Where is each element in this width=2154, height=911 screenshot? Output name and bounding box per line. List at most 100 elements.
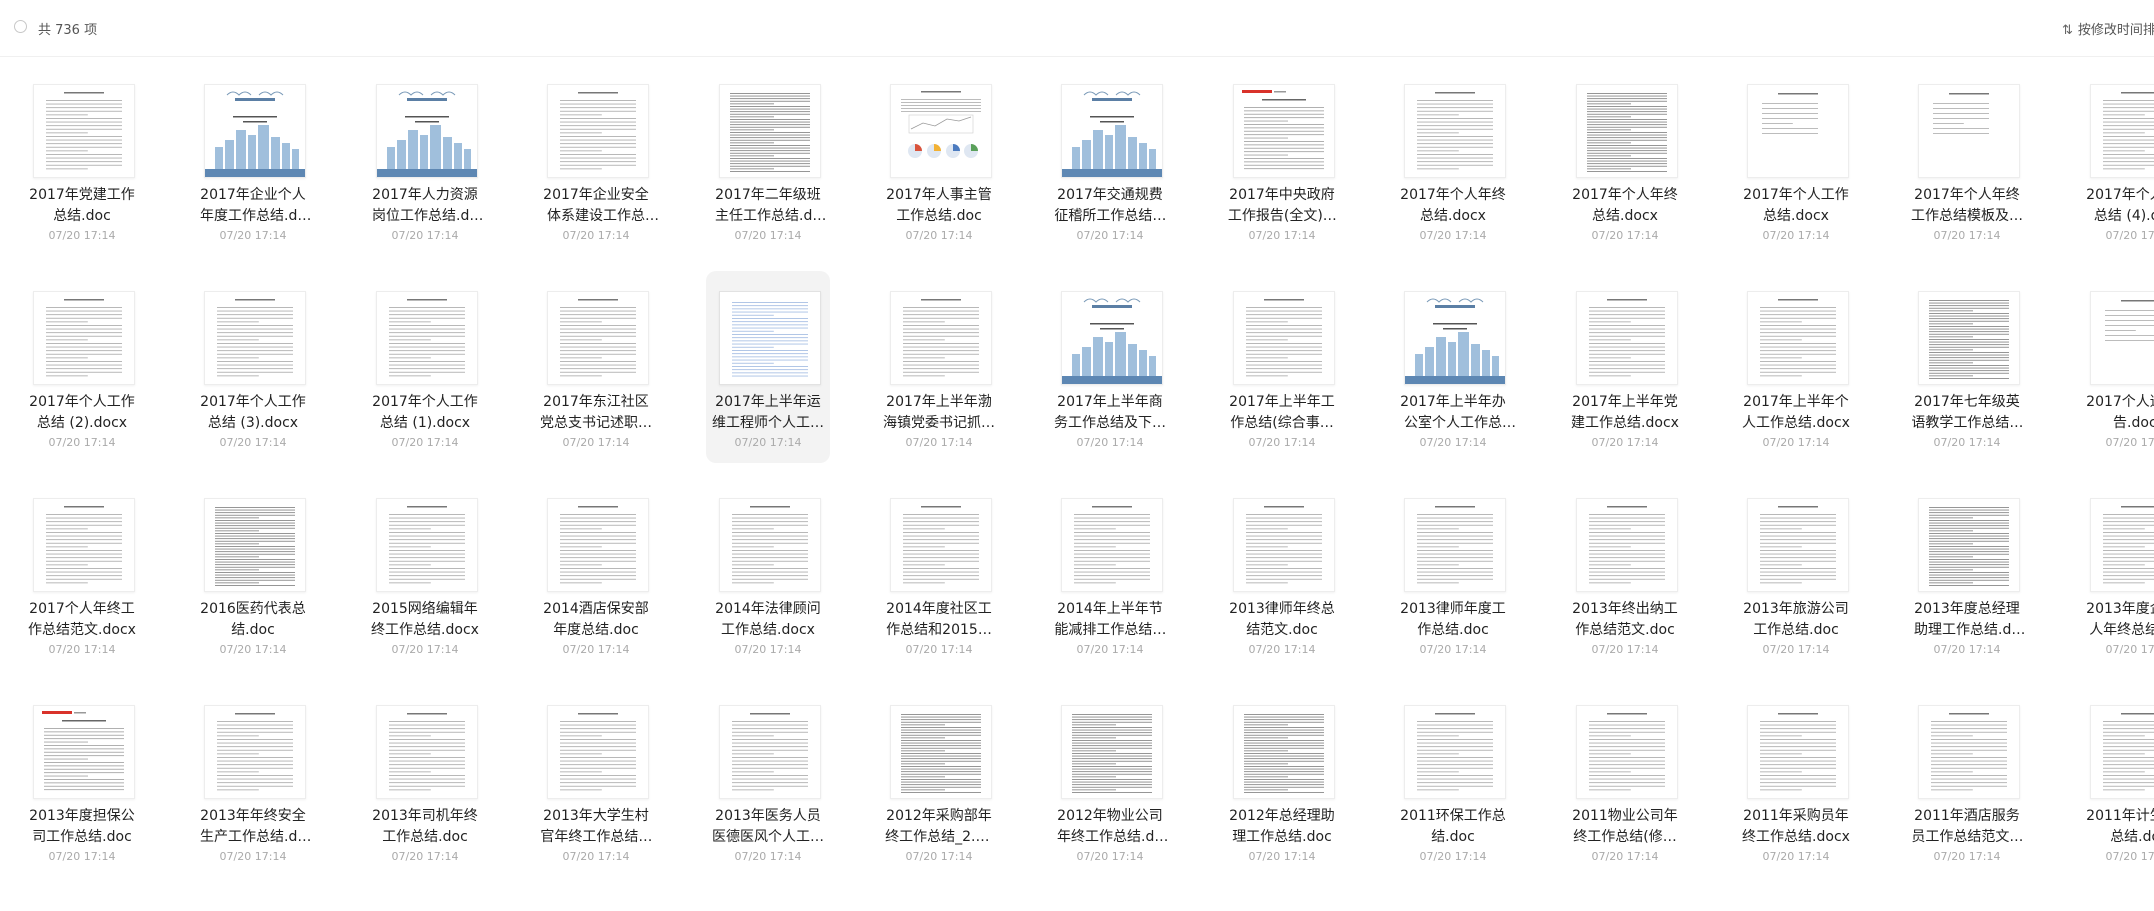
file-thumbnail [1918, 705, 2020, 799]
file-date: 07/20 17:14 [562, 643, 630, 656]
file-tile[interactable]: 2012年总经理助理工作总结.doc 07/20 17:14 [1220, 685, 1344, 877]
file-thumbnail [1576, 498, 1678, 592]
file-tile[interactable]: 2017年党建工作总结.doc 07/20 17:14 [20, 64, 144, 256]
file-tile[interactable]: 2012年物业公司年终工作总结.doc 07/20 17:14 [1048, 685, 1172, 877]
file-tile[interactable]: 2013年度企业个人年终总结.doc 07/20 17:14 [2077, 478, 2154, 670]
file-tile[interactable]: 2016医药代表总结.doc 07/20 17:14 [191, 478, 315, 670]
file-date: 07/20 17:14 [2105, 229, 2154, 242]
file-thumbnail [547, 291, 649, 385]
file-tile[interactable]: 2017年上半年办公室个人工作总结.docx 07/20 17:14 [1391, 271, 1515, 463]
file-date: 07/20 17:14 [2105, 850, 2154, 863]
file-name: 2017年上半年办公室个人工作总结.docx [1400, 394, 1506, 431]
file-tile[interactable]: 2017年上半年工作总结(综合事务部).docx 07/20 17:14 [1220, 271, 1344, 463]
file-tile[interactable]: 2015网络编辑年终工作总结.docx 07/20 17:14 [363, 478, 487, 670]
file-date: 07/20 17:14 [219, 643, 287, 656]
file-tile[interactable]: 2013律师年度工作总结.doc 07/20 17:14 [1391, 478, 1515, 670]
file-date: 07/20 17:14 [391, 643, 459, 656]
file-tile[interactable]: 2017年个人年终总结.docx 07/20 17:14 [1563, 64, 1687, 256]
file-thumbnail [1576, 84, 1678, 178]
file-tile[interactable]: 2017年中央政府工作报告(全文).doc 07/20 17:14 [1220, 64, 1344, 256]
file-thumbnail [547, 498, 649, 592]
file-tile[interactable]: 2017年个人工作总结.docx 07/20 17:14 [1734, 64, 1858, 256]
file-tile[interactable]: 2017年个人工作总结 (1).docx 07/20 17:14 [363, 271, 487, 463]
file-date: 07/20 17:14 [2105, 436, 2154, 449]
sort-label: 按修改时间排 [2077, 23, 2154, 38]
file-date: 07/20 17:14 [562, 436, 630, 449]
file-tile[interactable]: 2017年东江社区党总支书记述职报告.docx 07/20 17:14 [534, 271, 658, 463]
file-tile[interactable]: 2013年医务人员医德医风个人工作总结.doc 07/20 17:14 [706, 685, 830, 877]
file-tile[interactable]: 2011年采购员年终工作总结.docx 07/20 17:14 [1734, 685, 1858, 877]
file-tile[interactable]: 2013年旅游公司工作总结.doc 07/20 17:14 [1734, 478, 1858, 670]
file-tile[interactable]: 2017年企业安全体系建设工作总结.docx 07/20 17:14 [534, 64, 658, 256]
file-date: 07/20 17:14 [1933, 436, 2001, 449]
file-tile[interactable]: 2017年个人年终工作总结模板及范文.docx 07/20 17:14 [1905, 64, 2029, 256]
file-tile[interactable]: 2017个人年终工作总结范文.docx 07/20 17:14 [20, 478, 144, 670]
file-tile[interactable]: 2017年上半年个人工作总结.docx 07/20 17:14 [1734, 271, 1858, 463]
file-tile[interactable]: 2011年酒店服务员工作总结范文.doc 07/20 17:14 [1905, 685, 2029, 877]
file-grid: 2017年党建工作总结.doc 07/20 17:14 2017年企业个人年度工作总… [0, 56, 2154, 911]
file-thumbnail [1061, 291, 1163, 385]
file-thumbnail [1061, 705, 1163, 799]
file-name: 2017年个人工作总结.docx [1743, 187, 1849, 224]
file-thumbnail [547, 84, 649, 178]
file-name: 2017年上半年运维工程师个人工作总结.docx [712, 394, 824, 431]
file-tile[interactable]: 2013年司机年终工作总结.doc 07/20 17:14 [363, 685, 487, 877]
file-thumbnail [204, 498, 306, 592]
file-tile[interactable]: 2017年二年级班主任工作总结.docx 07/20 17:14 [706, 64, 830, 256]
file-name: 2017年党建工作总结.doc [29, 187, 135, 224]
file-tile[interactable]: 2013年终出纳工作总结范文.doc 07/20 17:14 [1563, 478, 1687, 670]
file-tile[interactable]: 2014酒店保安部年度总结.doc 07/20 17:14 [534, 478, 658, 670]
file-name: 2013年度担保公司工作总结.doc [29, 808, 135, 845]
file-name: 2014年上半年节能减排工作总结.doc [1054, 601, 1166, 638]
file-tile[interactable]: 2013律师年终总结范文.doc 07/20 17:14 [1220, 478, 1344, 670]
select-all-checkbox[interactable] [14, 20, 27, 33]
file-tile[interactable]: 2013年年终安全生产工作总结.doc 07/20 17:14 [191, 685, 315, 877]
file-tile[interactable]: 2017年个人年终总结 (4).docx 07/20 17:14 [2077, 64, 2154, 256]
file-name: 2017年个人工作总结 (2).docx [29, 394, 135, 431]
file-date: 07/20 17:14 [1419, 436, 1487, 449]
file-tile[interactable]: 2011年计生工作总结.doc 07/20 17:14 [2077, 685, 2154, 877]
file-tile[interactable]: 2011物业公司年终工作总结(修改版).doc 07/20 17:14 [1563, 685, 1687, 877]
file-name: 2017个人年终工作总结范文.docx [28, 601, 136, 638]
file-tile[interactable]: 2013年度担保公司工作总结.doc 07/20 17:14 [20, 685, 144, 877]
file-tile[interactable]: 2017年企业个人年度工作总结.docx 07/20 17:14 [191, 64, 315, 256]
file-tile[interactable]: 2017年上半年商务工作总结及下半年工作计划.docx 07/20 17:14 [1048, 271, 1172, 463]
file-thumbnail [376, 498, 478, 592]
file-tile[interactable]: 2017年个人工作总结 (3).docx 07/20 17:14 [191, 271, 315, 463]
file-date: 07/20 17:14 [1419, 229, 1487, 242]
file-tile[interactable]: 2017年七年级英语教学工作总结.docx 07/20 17:14 [1905, 271, 2029, 463]
file-tile[interactable]: 2011环保工作总结.doc 07/20 17:14 [1391, 685, 1515, 877]
file-date: 07/20 17:14 [1076, 850, 1144, 863]
file-name: 2014酒店保安部年度总结.doc [543, 601, 649, 638]
file-thumbnail [547, 705, 649, 799]
file-tile[interactable]: 2013年度总经理助理工作总结.doc 07/20 17:14 [1905, 478, 2029, 670]
file-tile[interactable]: 2013年大学生村官年终工作总结.doc 07/20 17:14 [534, 685, 658, 877]
file-date: 07/20 17:14 [1248, 643, 1316, 656]
file-tile[interactable]: 2017年人事主管工作总结.doc 07/20 17:14 [877, 64, 1001, 256]
file-name: 2017年企业个人年度工作总结.docx [200, 187, 306, 224]
file-date: 07/20 17:14 [1419, 643, 1487, 656]
file-tile[interactable]: 2017个人述职报告.docx 07/20 17:14 [2077, 271, 2154, 463]
file-thumbnail [890, 705, 992, 799]
file-thumbnail [890, 291, 992, 385]
file-date: 07/20 17:14 [1591, 436, 1659, 449]
file-date: 07/20 17:14 [48, 229, 116, 242]
file-tile[interactable]: 2017年上半年党建工作总结.docx 07/20 17:14 [1563, 271, 1687, 463]
file-date: 07/20 17:14 [1933, 850, 2001, 863]
file-tile[interactable]: 2017年个人年终总结.docx 07/20 17:14 [1391, 64, 1515, 256]
file-tile[interactable]: 2017年上半年运维工程师个人工作总结.docx 07/20 17:14 [706, 271, 830, 463]
file-tile[interactable]: 2017年人力资源岗位工作总结.docx 07/20 17:14 [363, 64, 487, 256]
file-tile[interactable]: 2012年采购部年终工作总结_2.doc 07/20 17:14 [877, 685, 1001, 877]
file-thumbnail [2090, 291, 2154, 385]
file-tile[interactable]: 2014年法律顾问工作总结.docx 07/20 17:14 [706, 478, 830, 670]
file-date: 07/20 17:14 [1762, 643, 1830, 656]
file-thumbnail [719, 705, 821, 799]
file-tile[interactable]: 2017年个人工作总结 (2).docx 07/20 17:14 [20, 271, 144, 463]
file-tile[interactable]: 2017年上半年渤海镇党委书记抓党建工作述职报告.doc 07/20 17:14 [877, 271, 1001, 463]
file-date: 07/20 17:14 [905, 850, 973, 863]
file-tile[interactable]: 2014年上半年节能减排工作总结.doc 07/20 17:14 [1048, 478, 1172, 670]
file-tile[interactable]: 2017年交通规费征稽所工作总结.doc 07/20 17:14 [1048, 64, 1172, 256]
sort-button[interactable]: ⇅ 按修改时间排 [2062, 19, 2154, 38]
file-tile[interactable]: 2014年度社区工作总结和2015年工作计划.doc 07/20 17:14 [877, 478, 1001, 670]
file-date: 07/20 17:14 [48, 436, 116, 449]
